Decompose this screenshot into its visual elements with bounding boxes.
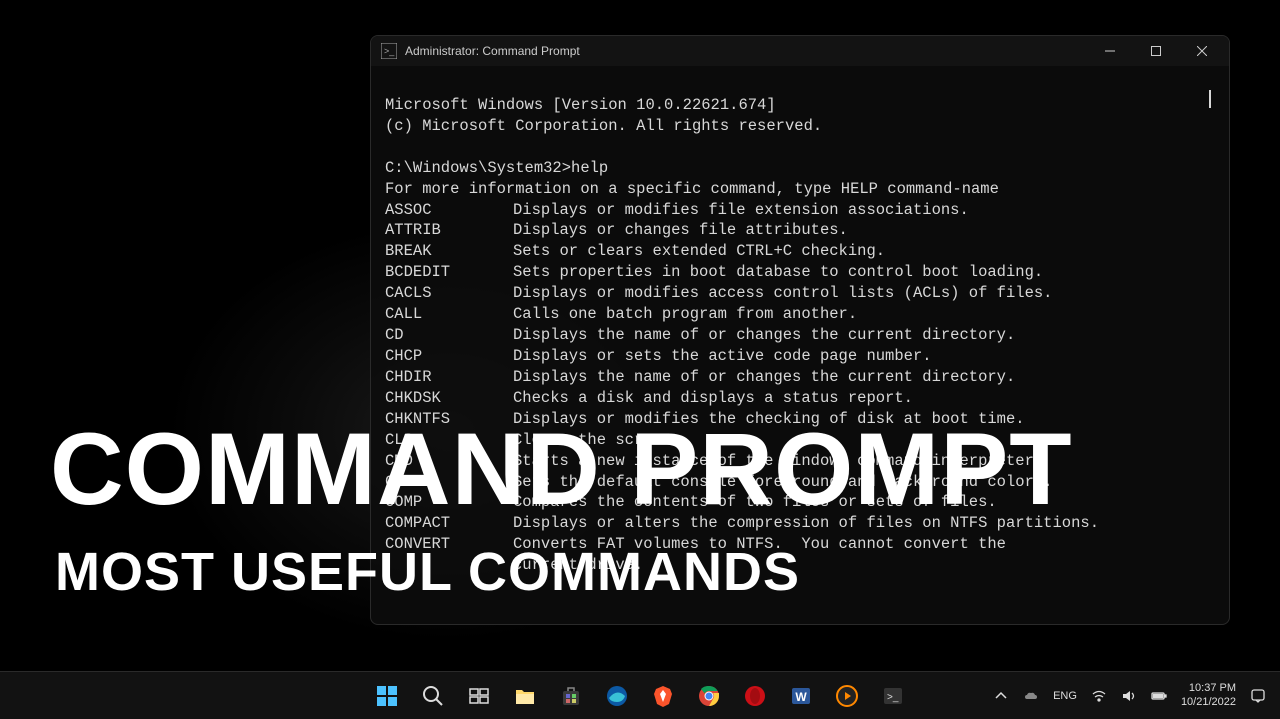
tray-chevron-icon[interactable]	[993, 688, 1009, 704]
overlay-subtitle: MOST USEFUL COMMANDS	[55, 545, 800, 599]
help-command-name: CHDIR	[385, 367, 513, 388]
help-row: CALLCalls one batch program from another…	[385, 304, 1215, 325]
onedrive-icon[interactable]	[1023, 688, 1039, 704]
clock-time: 10:37 PM	[1181, 682, 1236, 695]
help-command-name: CACLS	[385, 283, 513, 304]
help-command-desc: Sets or clears extended CTRL+C checking.	[513, 241, 885, 262]
wifi-icon[interactable]	[1091, 688, 1107, 704]
text-cursor	[1209, 90, 1211, 108]
help-command-name: CD	[385, 325, 513, 346]
prompt-line: C:\Windows\System32>help	[385, 159, 608, 177]
help-command-desc: Displays or sets the active code page nu…	[513, 346, 932, 367]
help-row: BCDEDITSets properties in boot database …	[385, 262, 1215, 283]
taskbar-center: W >_	[367, 676, 913, 716]
close-button[interactable]	[1179, 36, 1225, 66]
task-view-button[interactable]	[459, 676, 499, 716]
help-command-name: BREAK	[385, 241, 513, 262]
help-row: BREAKSets or clears extended CTRL+C chec…	[385, 241, 1215, 262]
help-command-name: CHKDSK	[385, 388, 513, 409]
help-command-desc: Sets properties in boot database to cont…	[513, 262, 1043, 283]
help-command-name: ATTRIB	[385, 220, 513, 241]
maximize-button[interactable]	[1133, 36, 1179, 66]
cmd-icon: >_	[381, 43, 397, 59]
microsoft-store-icon[interactable]	[551, 676, 591, 716]
help-command-desc: Displays the name of or changes the curr…	[513, 325, 1015, 346]
clock[interactable]: 10:37 PM 10/21/2022	[1181, 682, 1236, 708]
edge-icon[interactable]	[597, 676, 637, 716]
help-row: CHDIRDisplays the name of or changes the…	[385, 367, 1215, 388]
help-row: ASSOCDisplays or modifies file extension…	[385, 200, 1215, 221]
help-row: CHKDSKChecks a disk and displays a statu…	[385, 388, 1215, 409]
volume-icon[interactable]	[1121, 688, 1137, 704]
word-icon[interactable]: W	[781, 676, 821, 716]
terminal-taskbar-icon[interactable]: >_	[873, 676, 913, 716]
help-command-desc: Displays or changes file attributes.	[513, 220, 848, 241]
file-explorer-icon[interactable]	[505, 676, 545, 716]
help-command-name: BCDEDIT	[385, 262, 513, 283]
help-intro: For more information on a specific comma…	[385, 180, 999, 198]
battery-icon[interactable]	[1151, 688, 1167, 704]
help-command-name: CALL	[385, 304, 513, 325]
help-command-name: ASSOC	[385, 200, 513, 221]
overlay-title: COMMAND PROMPT	[50, 418, 1073, 520]
chrome-icon[interactable]	[689, 676, 729, 716]
help-command-desc: Checks a disk and displays a status repo…	[513, 388, 913, 409]
minimize-button[interactable]	[1087, 36, 1133, 66]
clock-date: 10/21/2022	[1181, 696, 1236, 709]
help-row: CHCPDisplays or sets the active code pag…	[385, 346, 1215, 367]
help-command-desc: Calls one batch program from another.	[513, 304, 857, 325]
brave-icon[interactable]	[643, 676, 683, 716]
system-tray: ENG 10:37 PM 10/21/2022	[993, 682, 1280, 708]
command-prompt-window: >_ Administrator: Command Prompt Microso…	[370, 35, 1230, 625]
help-command-name: CHCP	[385, 346, 513, 367]
opera-icon[interactable]	[735, 676, 775, 716]
svg-text:>_: >_	[887, 692, 899, 703]
help-command-desc: Displays the name of or changes the curr…	[513, 367, 1015, 388]
help-row: CACLSDisplays or modifies access control…	[385, 283, 1215, 304]
version-line: Microsoft Windows [Version 10.0.22621.67…	[385, 96, 776, 114]
help-row: ATTRIBDisplays or changes file attribute…	[385, 220, 1215, 241]
notifications-icon[interactable]	[1250, 688, 1266, 704]
search-button[interactable]	[413, 676, 453, 716]
language-indicator[interactable]: ENG	[1053, 690, 1077, 702]
help-row: CDDisplays the name of or changes the cu…	[385, 325, 1215, 346]
start-button[interactable]	[367, 676, 407, 716]
help-command-desc: Displays or modifies file extension asso…	[513, 200, 969, 221]
media-player-icon[interactable]	[827, 676, 867, 716]
copyright-line: (c) Microsoft Corporation. All rights re…	[385, 117, 822, 135]
taskbar: W >_ ENG 10:37 PM 10/21/2022	[0, 671, 1280, 719]
help-command-desc: Displays or modifies access control list…	[513, 283, 1053, 304]
svg-text:W: W	[795, 690, 807, 704]
svg-text:>_: >_	[384, 46, 395, 56]
titlebar[interactable]: >_ Administrator: Command Prompt	[371, 36, 1229, 66]
window-title: Administrator: Command Prompt	[405, 44, 1087, 58]
